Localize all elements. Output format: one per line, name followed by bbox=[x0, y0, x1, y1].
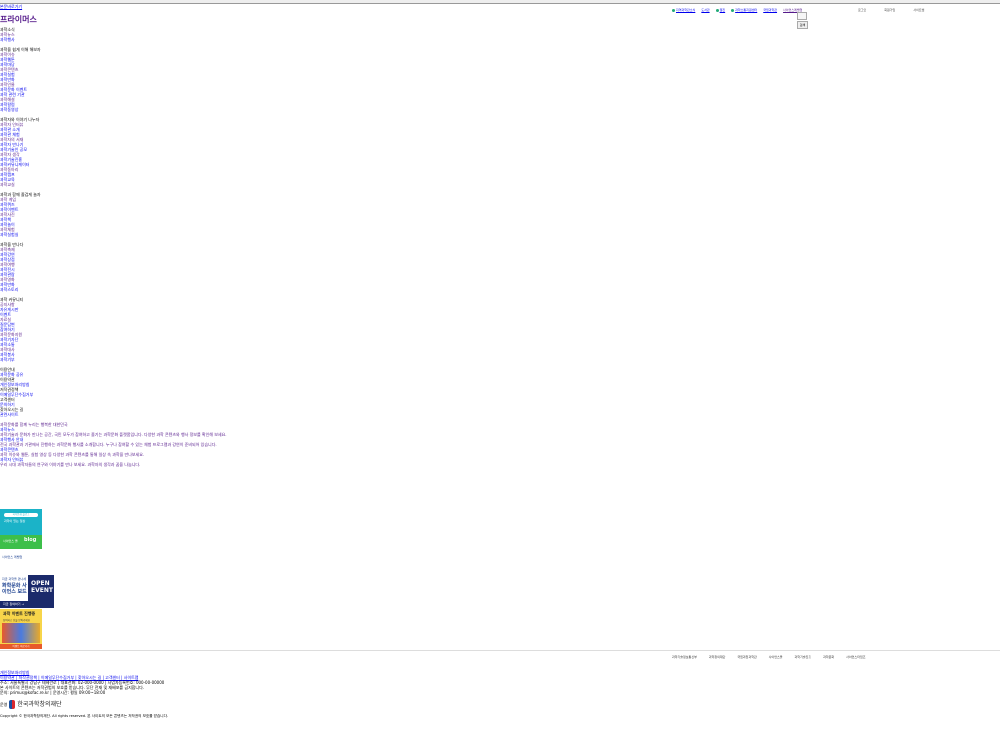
article-line[interactable]: 우리 시대 과학자들의 연구와 이야기를 만나 보세요. 과학자의 생각과 꿈을… bbox=[0, 462, 560, 467]
toplink-4-label[interactable]: 국립과학관 bbox=[763, 8, 777, 13]
toplink-3-label[interactable]: 과학소통지원센터 bbox=[735, 8, 757, 13]
science-board-banner[interactable]: 사이언스 레벨업 지금 과학을 만나세요 과학문화 사이언스 보드 OPEN E… bbox=[0, 553, 54, 608]
scienceall-blog-banner[interactable]: 사이언스 올 blog bbox=[0, 535, 42, 549]
search-input[interactable] bbox=[797, 12, 807, 20]
toplink-2-label[interactable]: 웹진 bbox=[720, 8, 726, 13]
open-event-text: OPEN EVENT bbox=[31, 580, 53, 594]
partner-logo[interactable]: 과학문화 bbox=[823, 655, 834, 660]
levelup-title: 사이언스 레벨업 bbox=[2, 555, 23, 559]
signup-link[interactable]: 회원가입 bbox=[884, 8, 895, 13]
main-navigation: 과학소식 과학뉴스 과학행사 과학을 쉽게 이해 해보자 과학이슈 과학웹툰 과학마당 과학콘… bbox=[0, 27, 560, 467]
partner-logo[interactable]: 과학기술진흥 bbox=[795, 655, 812, 660]
login-link[interactable]: 로그인 bbox=[858, 8, 866, 13]
bullet-icon bbox=[672, 9, 675, 12]
toplink-1-label[interactable]: 도서관 bbox=[701, 8, 709, 13]
skip-link[interactable]: 본문바로가기 bbox=[0, 4, 22, 9]
footer-divider bbox=[0, 650, 1000, 651]
partner-logo[interactable]: 사이언스타임즈 bbox=[846, 655, 865, 660]
toplink-0[interactable]: 지역과학관소식 bbox=[672, 8, 695, 13]
top-border bbox=[0, 0, 1000, 4]
toplink-1[interactable]: 도서관 bbox=[701, 8, 709, 13]
bullet-icon bbox=[731, 9, 735, 12]
copyright: Copyright © 한국과학창의재단. All rights reserve… bbox=[0, 714, 169, 718]
operator-org: 운영 한국과학창의재단 bbox=[0, 700, 62, 709]
event-banner-title: 과학 이벤트 진행중 bbox=[3, 611, 36, 616]
sitemap-link[interactable]: 사이트맵 bbox=[913, 8, 924, 13]
scienceall-banner-sub: 사이언스 올 bbox=[3, 539, 18, 543]
operator-label: 운영 bbox=[0, 702, 8, 707]
toplink-2[interactable]: 웹진 bbox=[715, 8, 726, 13]
kofac-logo-icon bbox=[9, 700, 16, 709]
footer-info: 개인정보처리방침 이용약관 | 저작권정책 | 이메일무단수집거부 | 찾아오시는… bbox=[0, 670, 560, 695]
event-banner[interactable]: 과학 이벤트 진행중 참여하고 선물 받아가세요 이벤트 바로가기 bbox=[0, 609, 42, 649]
partner-logo[interactable]: 국립과천과학관 bbox=[737, 655, 756, 660]
toplink-0-label[interactable]: 지역과학관소식 bbox=[676, 8, 695, 13]
partner-logo[interactable]: 사이언스올 bbox=[769, 655, 783, 660]
partner-logo[interactable]: 과학창의재단 bbox=[709, 655, 726, 660]
partner-logos: 과학기술정보통신부 과학창의재단 국립과천과학관 사이언스올 과학기술진흥 과학문화 사이언… bbox=[672, 655, 865, 660]
user-links: 로그인 회원가입 사이트맵 bbox=[858, 8, 924, 13]
top-links: 지역과학관소식 도서관 웹진 과학소통지원센터 국립과학관 사이언스레벨업 bbox=[672, 8, 802, 13]
science-board-cta[interactable]: 지금 참여하기 → bbox=[0, 601, 54, 608]
blog-banner-title: 과학문화 블로그 bbox=[4, 513, 38, 517]
toplink-4[interactable]: 국립과학관 bbox=[763, 8, 777, 13]
science-board-title: 과학문화 사이언스 보드 bbox=[2, 583, 27, 595]
bullet-icon bbox=[715, 9, 719, 12]
event-banner-image bbox=[2, 623, 40, 643]
footer-line: 문의: primus@kofac.re.kr | 운영시간: 평일 09:00~… bbox=[0, 690, 106, 695]
partner-logo[interactable]: 과학기술정보통신부 bbox=[672, 655, 697, 660]
search-button[interactable]: 검색 bbox=[797, 21, 808, 29]
science-board-cta-label: 지금 참여하기 → bbox=[3, 602, 24, 606]
event-banner-cta[interactable]: 이벤트 바로가기 bbox=[0, 644, 42, 649]
blog-banner-sub: 과학이 있는 일상 bbox=[4, 519, 26, 523]
site-logo[interactable]: 프라이머스 bbox=[0, 15, 37, 24]
org-name: 한국과학창의재단 bbox=[17, 700, 62, 708]
blog-wordmark: blog bbox=[24, 537, 37, 543]
toplink-3[interactable]: 과학소통지원센터 bbox=[731, 8, 757, 13]
